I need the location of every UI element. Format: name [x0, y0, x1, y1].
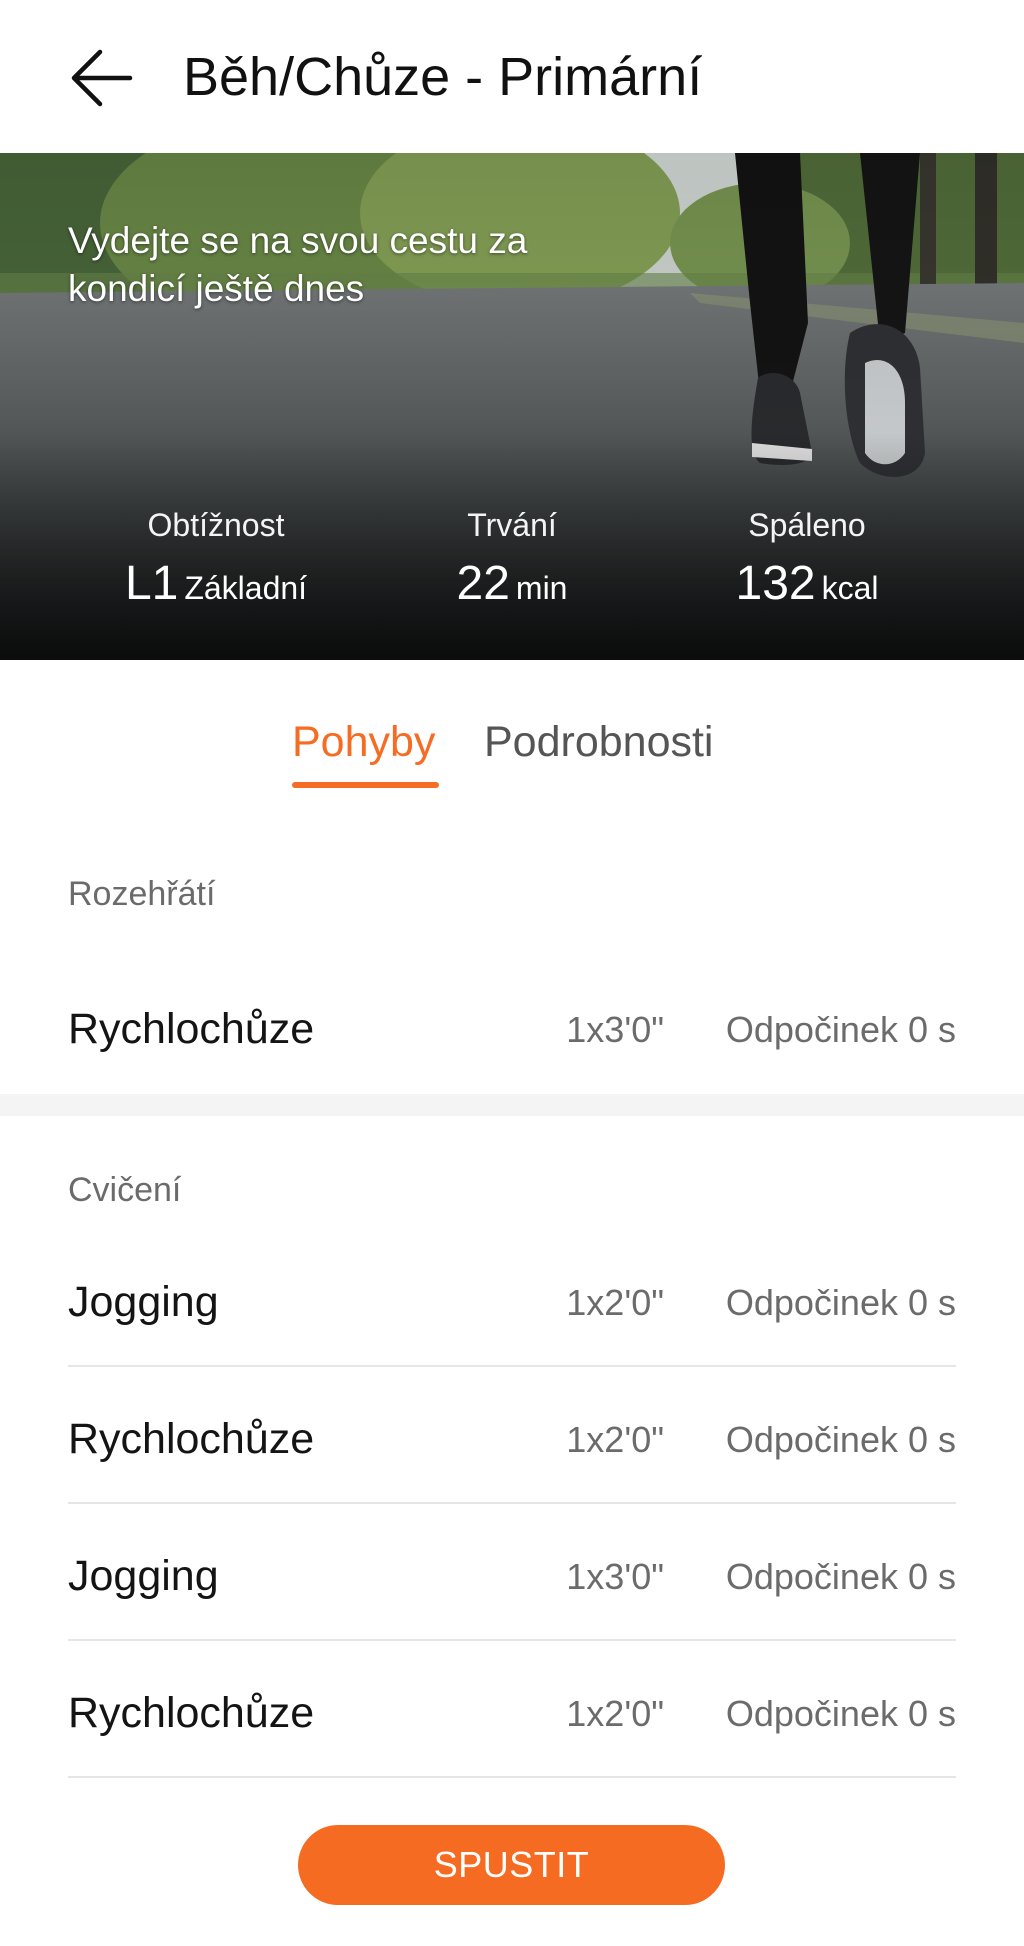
exercise-name: Rychlochůze — [68, 1689, 315, 1737]
arrow-left-icon — [71, 49, 133, 107]
tab-movements[interactable]: Pohyby — [292, 714, 435, 770]
exercise-name: Jogging — [68, 1552, 219, 1600]
tab-indicator — [292, 782, 439, 788]
top-app-bar: Běh/Chůze - Primární — [0, 0, 1024, 153]
back-button[interactable] — [60, 38, 140, 118]
exercise-name: Rychlochůze — [68, 1415, 315, 1463]
hero-tagline: Vydejte se na svou cestu za kondicí ješt… — [68, 220, 528, 309]
stat-difficulty: Obtížnost L1 Základní — [66, 505, 366, 611]
tab-bar: Pohyby Podrobnosti — [0, 660, 1024, 800]
stat-value: 22 — [456, 557, 510, 610]
stat-unit: min — [515, 570, 568, 606]
exercise-rest: Odpočinek 0 s — [725, 1009, 956, 1050]
stat-calories: Spáleno 132 kcal — [657, 505, 957, 611]
hero-banner: Vydejte se na svou cestu za kondicí ješt… — [0, 153, 1024, 660]
stat-label: Obtížnost — [147, 507, 285, 543]
list-item[interactable]: Jogging 1x3'0" Odpočinek 0 s — [0, 1505, 1024, 1641]
stat-unit: Základní — [184, 570, 308, 606]
section-label-exercise: Cvičení — [68, 1171, 182, 1209]
row-divider — [68, 1502, 956, 1504]
exercise-name: Jogging — [68, 1278, 219, 1326]
stat-duration: Trvání 22 min — [362, 505, 662, 611]
start-button[interactable]: SPUSTIT — [298, 1825, 725, 1905]
section-divider — [0, 1094, 1024, 1116]
stat-value: L1 — [124, 557, 179, 610]
list-item[interactable]: Rychlochůze 1x3'0" Odpočinek 0 s — [0, 958, 1024, 1094]
page-title: Běh/Chůze - Primární — [183, 47, 703, 107]
stat-label: Trvání — [467, 507, 557, 543]
list-item[interactable]: Rychlochůze 1x2'0" Odpočinek 0 s — [0, 1642, 1024, 1778]
stat-unit: kcal — [821, 570, 879, 606]
exercise-rest: Odpočinek 0 s — [725, 1282, 956, 1323]
exercise-reps: 1x2'0" — [566, 1693, 664, 1734]
row-divider — [68, 1776, 956, 1778]
stat-label: Spáleno — [748, 507, 866, 543]
row-divider — [68, 1639, 956, 1641]
row-divider — [68, 1365, 956, 1367]
exercise-rest: Odpočinek 0 s — [725, 1556, 956, 1597]
tab-details[interactable]: Podrobnosti — [484, 714, 714, 770]
list-item[interactable]: Rychlochůze 1x2'0" Odpočinek 0 s — [0, 1368, 1024, 1504]
section-label-warmup: Rozehřátí — [68, 875, 216, 913]
exercise-rest: Odpočinek 0 s — [725, 1419, 956, 1460]
exercise-reps: 1x3'0" — [566, 1009, 664, 1050]
exercise-rest: Odpočinek 0 s — [725, 1693, 956, 1734]
exercise-reps: 1x2'0" — [566, 1282, 664, 1323]
list-item[interactable]: Jogging 1x2'0" Odpočinek 0 s — [0, 1231, 1024, 1367]
stat-value: 132 — [735, 557, 816, 610]
exercise-name: Rychlochůze — [68, 1005, 315, 1053]
exercise-reps: 1x3'0" — [566, 1556, 664, 1597]
exercise-reps: 1x2'0" — [566, 1419, 664, 1460]
